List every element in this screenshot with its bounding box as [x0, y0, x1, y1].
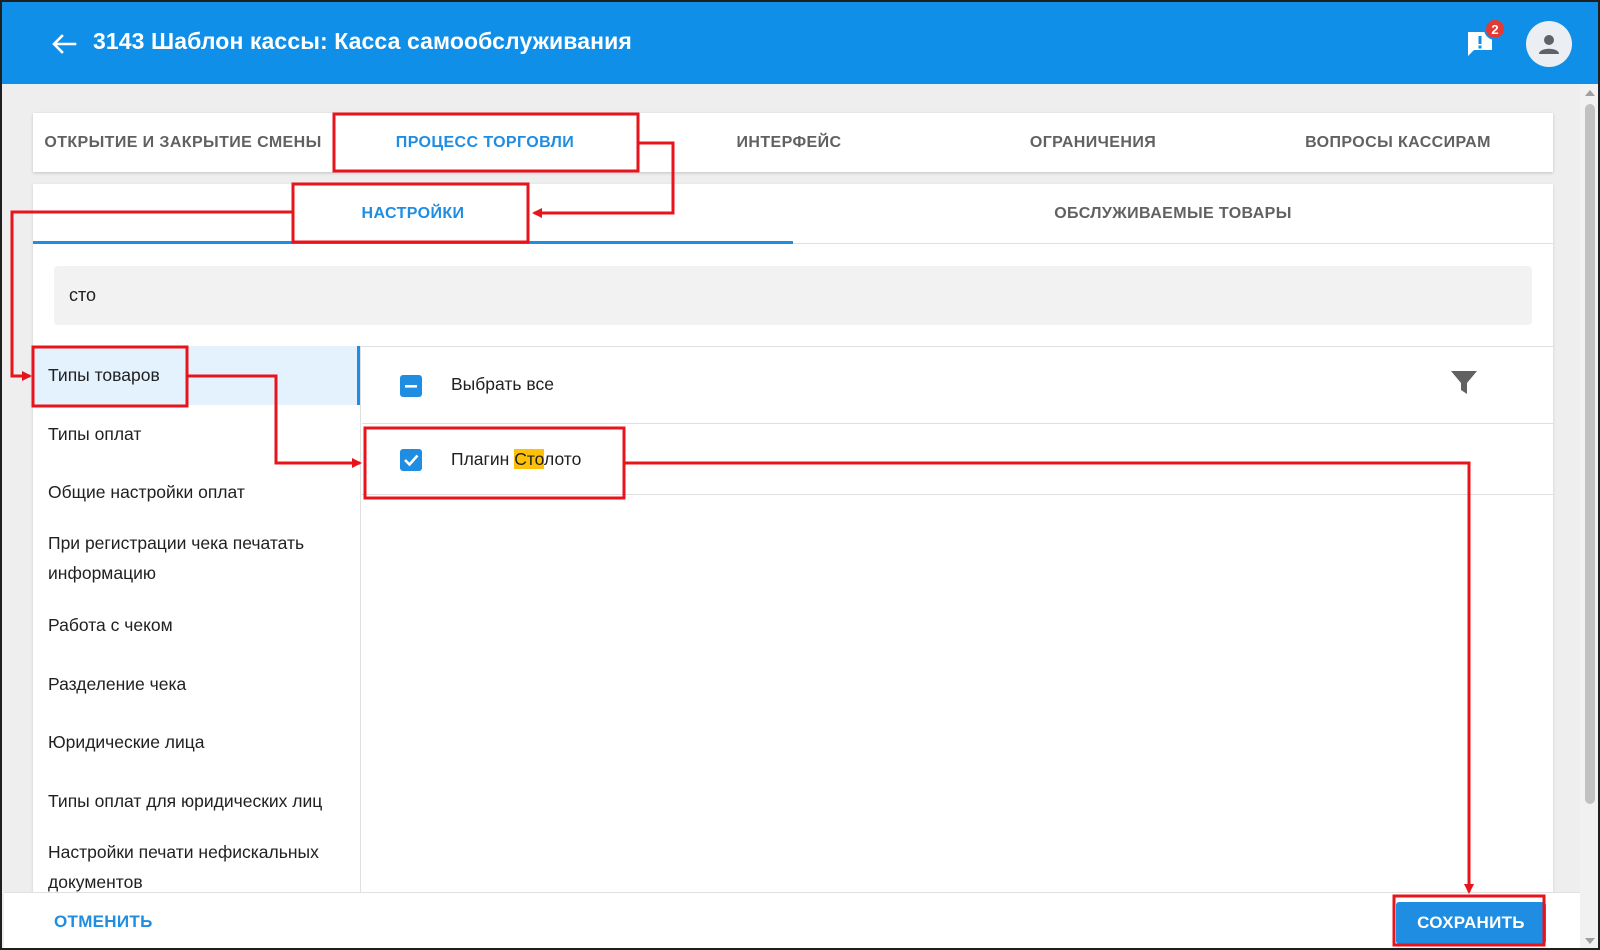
app-header: 3143 Шаблон кассы: Касса самообслуживани… — [2, 2, 1598, 84]
sidebar-item-legal-entity-payment-types[interactable]: Типы оплат для юридических лиц — [33, 786, 360, 816]
select-all-label: Выбрать все — [451, 374, 554, 394]
list-item[interactable]: Плагин Столото — [362, 425, 1553, 495]
sidebar-item-label: Юридические лица — [48, 732, 205, 752]
scroll-down-arrow-icon[interactable] — [1585, 938, 1595, 944]
scroll-up-arrow-icon[interactable] — [1585, 90, 1595, 96]
user-icon — [1539, 35, 1559, 54]
sidebar-item-label: Типы товаров — [48, 365, 160, 385]
cancel-button[interactable]: ОТМЕНИТЬ — [44, 903, 163, 941]
sidebar-item-label: При регистрации чека печатать информацию — [48, 533, 305, 583]
search-field — [54, 266, 1532, 325]
tab-restrictions[interactable]: ОГРАНИЧЕНИЯ — [941, 113, 1245, 172]
tab-cashier-questions[interactable]: ВОПРОСЫ КАССИРАМ — [1245, 113, 1551, 172]
sidebar-item-label: Общие настройки оплат — [48, 482, 245, 502]
subtab-served-goods[interactable]: ОБСЛУЖИВАЕМЫЕ ТОВАРЫ — [793, 184, 1553, 243]
back-arrow-icon[interactable] — [46, 26, 82, 62]
settings-category-list: Типы товаров Типы оплат Общие настройки … — [33, 346, 361, 892]
item-label-text: Плагин — [451, 449, 515, 469]
avatar[interactable] — [1526, 21, 1572, 67]
notification-badge: 2 — [1484, 18, 1506, 40]
sidebar-item-payment-types[interactable]: Типы оплат — [33, 419, 360, 449]
checkmark-icon — [404, 454, 419, 467]
sidebar-item-label: Разделение чека — [48, 674, 187, 694]
search-highlight: Сто — [514, 449, 545, 469]
scroll-thumb[interactable] — [1585, 104, 1595, 804]
items-pane: Выбрать все Плагин Столото — [362, 346, 1553, 892]
subtab-settings[interactable]: НАСТРОЙКИ — [33, 184, 793, 243]
sidebar-item-label: Типы оплат — [48, 424, 142, 444]
page-scrollbar[interactable] — [1580, 84, 1598, 948]
settings-panel: НАСТРОЙКИ ОБСЛУЖИВАЕМЫЕ ТОВАРЫ Типы това… — [33, 184, 1553, 892]
dialog-footer: ОТМЕНИТЬ СОХРАНИТЬ — [4, 892, 1580, 948]
sidebar-item-legal-entities[interactable]: Юридические лица — [33, 727, 360, 757]
indeterminate-icon — [405, 385, 417, 388]
save-button[interactable]: СОХРАНИТЬ — [1396, 902, 1546, 944]
select-all-row: Выбрать все — [362, 346, 1553, 424]
search-input[interactable] — [69, 266, 1509, 325]
sidebar-item-nonfiscal-print-settings[interactable]: Настройки печати нефискальных документов — [33, 837, 360, 892]
tab-shift-open-close[interactable]: ОТКРЫТИЕ И ЗАКРЫТИЕ СМЕНЫ — [33, 113, 333, 172]
sidebar-item-receipt-print-info[interactable]: При регистрации чека печатать информацию — [33, 528, 360, 588]
item-label: Плагин Столото — [451, 449, 581, 470]
select-all-checkbox[interactable] — [400, 375, 422, 397]
sidebar-item-general-payment-settings[interactable]: Общие настройки оплат — [33, 477, 360, 507]
sidebar-item-label: Типы оплат для юридических лиц — [48, 791, 323, 811]
subtab-active-indicator — [33, 241, 793, 244]
sidebar-item-receipt-work[interactable]: Работа с чеком — [33, 610, 360, 640]
filter-icon[interactable] — [1448, 366, 1480, 400]
item-checkbox[interactable] — [400, 449, 422, 471]
main-tabs: ОТКРЫТИЕ И ЗАКРЫТИЕ СМЕНЫ ПРОЦЕСС ТОРГОВ… — [33, 113, 1553, 172]
tab-interface[interactable]: ИНТЕРФЕЙС — [637, 113, 941, 172]
page-title: 3143 Шаблон кассы: Касса самообслуживани… — [93, 28, 632, 54]
item-label-text: лото — [544, 449, 582, 469]
sidebar-item-receipt-split[interactable]: Разделение чека — [33, 669, 360, 699]
sidebar-item-label: Работа с чеком — [48, 615, 173, 635]
app-window: 3143 Шаблон кассы: Касса самообслуживани… — [0, 0, 1600, 950]
sidebar-item-product-types[interactable]: Типы товаров — [33, 346, 360, 405]
sidebar-item-label: Настройки печати нефискальных документов — [48, 842, 319, 892]
tab-trade-process[interactable]: ПРОЦЕСС ТОРГОВЛИ — [333, 113, 637, 172]
active-item-indicator — [357, 346, 360, 405]
